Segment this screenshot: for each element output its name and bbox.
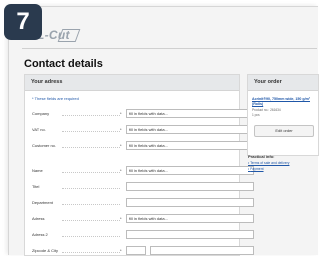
form-row-name: Name * fill in fields with data... xyxy=(32,166,254,176)
label-leader xyxy=(62,115,120,116)
name-input[interactable]: fill in fields with data... xyxy=(126,166,254,175)
title-input[interactable] xyxy=(126,182,254,191)
form-row-address: Adress * fill in fields with data... xyxy=(32,214,254,224)
company-input[interactable]: fill in fields with data... xyxy=(126,109,254,118)
required-marker: * xyxy=(120,111,122,116)
label-leader xyxy=(62,220,120,221)
label-leader xyxy=(62,147,120,148)
form-row-address-2: Adress 2 xyxy=(32,230,254,240)
field-label: Department xyxy=(32,200,53,205)
department-input[interactable] xyxy=(126,198,254,207)
page-title: Contact details xyxy=(24,58,103,70)
label-leader xyxy=(62,252,120,253)
address-panel: Your adress * These fields are required … xyxy=(24,74,254,256)
required-marker: * xyxy=(120,216,122,221)
order-panel-heading: Your order xyxy=(248,75,318,91)
vat-input[interactable]: fill in fields with data... xyxy=(126,125,254,134)
form-row-company: Company * fill in fields with data... xyxy=(32,109,254,119)
logo-mark-icon xyxy=(57,29,81,42)
label-leader xyxy=(62,204,120,205)
field-label: Name xyxy=(32,168,43,173)
field-label: Zipcode & City xyxy=(32,248,59,253)
field-label: Adress xyxy=(32,216,45,221)
edit-order-button[interactable]: Edit order xyxy=(254,125,314,137)
product-link[interactable]: Acrinit®90, 750mm wide, 150 g/m² (Rolls) xyxy=(252,97,316,107)
field-label: Company xyxy=(32,111,50,116)
practical-info-heading: Practical info: xyxy=(248,154,275,159)
product-number: Product no.: 261634 xyxy=(252,108,281,112)
label-leader xyxy=(62,131,120,132)
required-marker: * xyxy=(120,168,122,173)
customer-no-input[interactable]: fill in fields with data... xyxy=(126,141,254,150)
form-row-department: Department xyxy=(32,198,254,208)
required-note: * These fields are required xyxy=(32,96,79,101)
required-marker: * xyxy=(120,248,122,253)
payment-link[interactable]: Payment xyxy=(248,167,263,171)
step-number-badge: 7 xyxy=(4,4,42,40)
form-row-title: Titel xyxy=(32,182,254,192)
address-input[interactable]: fill in fields with data... xyxy=(126,214,254,223)
form-row-customer-no: Customer no. * fill in fields with data.… xyxy=(32,141,254,151)
form-row-vat: VAT no. * fill in fields with data... xyxy=(32,125,254,135)
label-leader xyxy=(62,188,120,189)
form-row-zip-city: Zipcode & City * xyxy=(32,246,254,256)
header-divider xyxy=(22,48,317,49)
field-label: Titel xyxy=(32,184,40,189)
address-panel-heading: Your adress xyxy=(25,75,239,91)
label-leader xyxy=(62,172,120,173)
product-quantity: 1 pcs xyxy=(252,113,260,117)
required-marker: * xyxy=(120,143,122,148)
required-marker: * xyxy=(120,127,122,132)
label-leader xyxy=(62,236,120,237)
order-panel: Your order Acrinit®90, 750mm wide, 150 g… xyxy=(247,74,319,156)
terms-link[interactable]: Terms of sale and delivery xyxy=(248,161,289,165)
address-2-input[interactable] xyxy=(126,230,254,239)
field-label: Adress 2 xyxy=(32,232,48,237)
field-label: VAT no. xyxy=(32,127,46,132)
field-label: Customer no. xyxy=(32,143,57,148)
